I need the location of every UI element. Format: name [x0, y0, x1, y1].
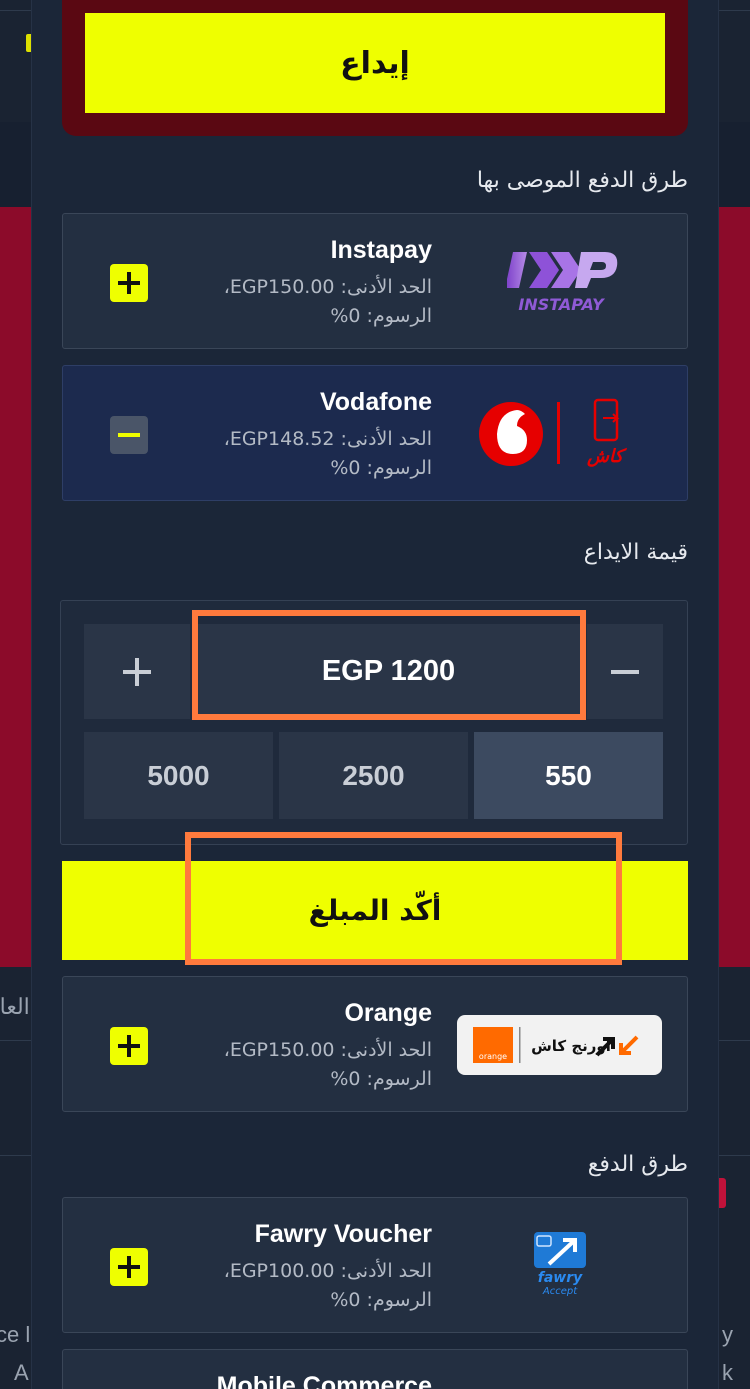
- svg-text:fawry: fawry: [538, 1270, 583, 1286]
- method-min-amount: الحد الأدنى: EGP150.00،: [223, 276, 432, 298]
- payment-methods-title: طرق الدفع: [587, 1152, 688, 1177]
- preset-amount-button[interactable]: 2500: [279, 732, 468, 819]
- method-name: Orange: [344, 999, 432, 1027]
- background-text: العام: [0, 994, 30, 1019]
- method-name: Mobile Commerce: [216, 1372, 432, 1389]
- plus-icon[interactable]: [110, 1248, 148, 1286]
- preset-amount-button-selected[interactable]: 550: [474, 732, 663, 819]
- method-fee: الرسوم: 0%: [330, 1068, 432, 1090]
- fawry-logo: fawry Accept: [525, 1230, 595, 1300]
- method-fee: الرسوم: 0%: [330, 1289, 432, 1311]
- svg-text:كاش: كاش: [586, 446, 627, 467]
- payment-method-mobile-commerce[interactable]: Mobile Commerce: [62, 1349, 688, 1389]
- amount-highlight-box: [192, 610, 586, 720]
- payment-method-vodafone[interactable]: Vodafone الحد الأدنى: EGP148.52، الرسوم:…: [62, 365, 688, 501]
- method-min-amount: الحد الأدنى: EGP148.52،: [223, 428, 432, 450]
- method-fee: الرسوم: 0%: [330, 457, 432, 479]
- method-min-amount: الحد الأدنى: EGP100.00،: [223, 1260, 432, 1282]
- decrease-amount-button[interactable]: [587, 624, 663, 719]
- background-text: y: [722, 1322, 733, 1347]
- background-text: ce l: [0, 1322, 31, 1347]
- vodafone-cash-logo: كاش: [477, 396, 643, 472]
- recommended-methods-title: طرق الدفع الموصى بها: [476, 168, 688, 193]
- increase-amount-button[interactable]: [84, 624, 190, 719]
- deposit-amount-title: قيمة الايداع: [583, 540, 688, 565]
- payment-method-orange[interactable]: Orange الحد الأدنى: EGP150.00، الرسوم: 0…: [62, 976, 688, 1112]
- background-text: A: [14, 1360, 29, 1385]
- background-text: k: [722, 1360, 733, 1385]
- plus-icon[interactable]: [110, 1027, 148, 1065]
- orange-cash-logo: orange اورنج كاش: [457, 1015, 662, 1075]
- svg-text:orange: orange: [479, 1052, 507, 1061]
- method-fee: الرسوم: 0%: [330, 305, 432, 327]
- method-min-amount: الحد الأدنى: EGP150.00،: [223, 1039, 432, 1061]
- svg-text:Accept: Accept: [542, 1286, 578, 1297]
- minus-icon: [611, 669, 639, 674]
- method-name: Instapay: [330, 236, 432, 264]
- method-name: Vodafone: [319, 388, 432, 416]
- method-name: Fawry Voucher: [254, 1220, 432, 1248]
- plus-icon[interactable]: [110, 264, 148, 302]
- plus-icon: [123, 657, 151, 686]
- deposit-button[interactable]: إيداع: [85, 13, 665, 113]
- confirm-highlight-box: [185, 832, 622, 965]
- preset-amount-button[interactable]: 5000: [84, 732, 273, 819]
- minus-icon[interactable]: [110, 416, 148, 454]
- payment-method-fawry-voucher[interactable]: Fawry Voucher الحد الأدنى: EGP100.00، ال…: [62, 1197, 688, 1333]
- instapay-logo: INSTAPAY: [505, 244, 619, 318]
- svg-text:INSTAPAY: INSTAPAY: [518, 295, 605, 314]
- payment-method-instapay[interactable]: Instapay الحد الأدنى: EGP150.00، الرسوم:…: [62, 213, 688, 349]
